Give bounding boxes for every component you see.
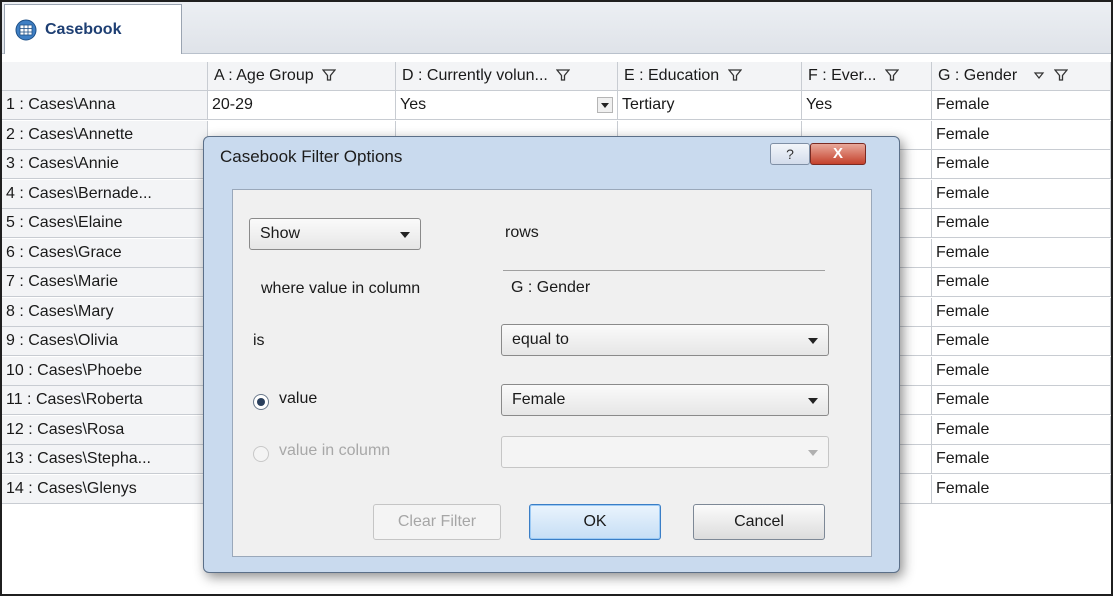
row-header[interactable]: 13 : Cases\Stepha... xyxy=(2,445,208,474)
cell-gender[interactable]: Female xyxy=(932,356,1111,386)
cell-gender[interactable]: Female xyxy=(932,327,1111,356)
chevron-down-icon xyxy=(808,338,818,344)
close-button[interactable]: X xyxy=(810,143,866,165)
row-header[interactable]: 11 : Cases\Roberta xyxy=(2,386,208,415)
cancel-button[interactable]: Cancel xyxy=(693,504,825,540)
cell-gender[interactable]: Female xyxy=(932,415,1111,445)
cell-gender[interactable]: Female xyxy=(932,268,1111,297)
cell-gender[interactable]: Female xyxy=(932,238,1111,268)
value-in-column-label: value in column xyxy=(279,442,391,459)
chevron-down-icon xyxy=(400,232,410,238)
row-header[interactable]: 1 : Cases\Anna xyxy=(2,91,208,120)
filter-icon[interactable] xyxy=(1054,68,1069,82)
cell-gender[interactable]: Female xyxy=(932,209,1111,238)
row-header[interactable]: 9 : Cases\Olivia xyxy=(2,327,208,356)
row-header[interactable]: 4 : Cases\Bernade... xyxy=(2,179,208,209)
cell-gender[interactable]: Female xyxy=(932,150,1111,179)
dialog-body: Show rows where value in column G : Gend… xyxy=(232,189,872,557)
value-radio-label: value xyxy=(279,390,318,407)
column-header-currently-volunteer[interactable]: D : Currently volun... xyxy=(396,62,618,91)
sort-icon[interactable] xyxy=(1032,68,1046,82)
tab-label: Casebook xyxy=(45,20,122,38)
row-header[interactable]: 5 : Cases\Elaine xyxy=(2,209,208,238)
clear-filter-button[interactable]: Clear Filter xyxy=(373,504,501,540)
cell-gender[interactable]: Female xyxy=(932,297,1111,327)
filter-icon[interactable] xyxy=(884,68,899,82)
cell-age-group[interactable]: 20-29 xyxy=(208,91,396,120)
value-select[interactable]: Female xyxy=(501,384,829,416)
row-header[interactable]: 8 : Cases\Mary xyxy=(2,297,208,327)
chevron-down-icon[interactable] xyxy=(597,97,613,113)
ok-button[interactable]: OK xyxy=(529,504,661,540)
is-label: is xyxy=(253,332,265,349)
cell-currently-volunteer[interactable]: Yes xyxy=(396,91,618,120)
help-button[interactable]: ? xyxy=(770,143,810,165)
filter-icon[interactable] xyxy=(727,68,742,82)
column-name-field: G : Gender xyxy=(503,270,825,304)
cell-education[interactable]: Tertiary xyxy=(618,91,802,120)
row-header[interactable]: 12 : Cases\Rosa xyxy=(2,415,208,445)
column-header-gender[interactable]: G : Gender xyxy=(932,62,1111,91)
corner-header xyxy=(2,62,208,91)
value-in-column-select[interactable] xyxy=(501,436,829,468)
cell-ever[interactable]: Yes xyxy=(802,91,932,120)
row-header[interactable]: 6 : Cases\Grace xyxy=(2,238,208,268)
casebook-icon xyxy=(15,19,37,40)
filter-icon[interactable] xyxy=(556,68,571,82)
column-header-ever[interactable]: F : Ever... xyxy=(802,62,932,91)
row-header[interactable]: 14 : Cases\Glenys xyxy=(2,474,208,504)
table-row[interactable]: 1 : Cases\Anna 20-29 Yes Tertiary Yes Female xyxy=(2,91,1111,120)
cell-gender[interactable]: Female xyxy=(932,120,1111,150)
casebook-window: Casebook A : Age Group D : Currently vol… xyxy=(0,0,1113,596)
chevron-down-icon xyxy=(808,450,818,456)
header-row: A : Age Group D : Currently volun... E :… xyxy=(2,62,1111,91)
cell-gender[interactable]: Female xyxy=(932,179,1111,209)
rows-label: rows xyxy=(505,224,539,241)
cell-gender[interactable]: Female xyxy=(932,474,1111,504)
operator-select[interactable]: equal to xyxy=(501,324,829,356)
chevron-down-icon xyxy=(808,398,818,404)
value-in-column-radio[interactable] xyxy=(253,446,269,462)
value-radio[interactable] xyxy=(253,394,269,410)
cell-gender[interactable]: Female xyxy=(932,386,1111,415)
show-hide-select[interactable]: Show xyxy=(249,218,421,250)
dialog-title: Casebook Filter Options xyxy=(220,147,403,166)
column-header-education[interactable]: E : Education xyxy=(618,62,802,91)
filter-icon[interactable] xyxy=(322,68,337,82)
cell-gender[interactable]: Female xyxy=(932,91,1111,120)
column-header-age-group[interactable]: A : Age Group xyxy=(208,62,396,91)
row-header[interactable]: 7 : Cases\Marie xyxy=(2,268,208,297)
tab-strip: Casebook xyxy=(2,2,1111,54)
row-header[interactable]: 10 : Cases\Phoebe xyxy=(2,356,208,386)
row-header[interactable]: 3 : Cases\Annie xyxy=(2,150,208,179)
tab-casebook[interactable]: Casebook xyxy=(4,4,182,54)
cell-gender[interactable]: Female xyxy=(932,445,1111,474)
filter-options-dialog: Casebook Filter Options ? X Show rows wh… xyxy=(203,136,900,573)
row-header[interactable]: 2 : Cases\Annette xyxy=(2,120,208,150)
where-label: where value in column xyxy=(261,280,421,297)
